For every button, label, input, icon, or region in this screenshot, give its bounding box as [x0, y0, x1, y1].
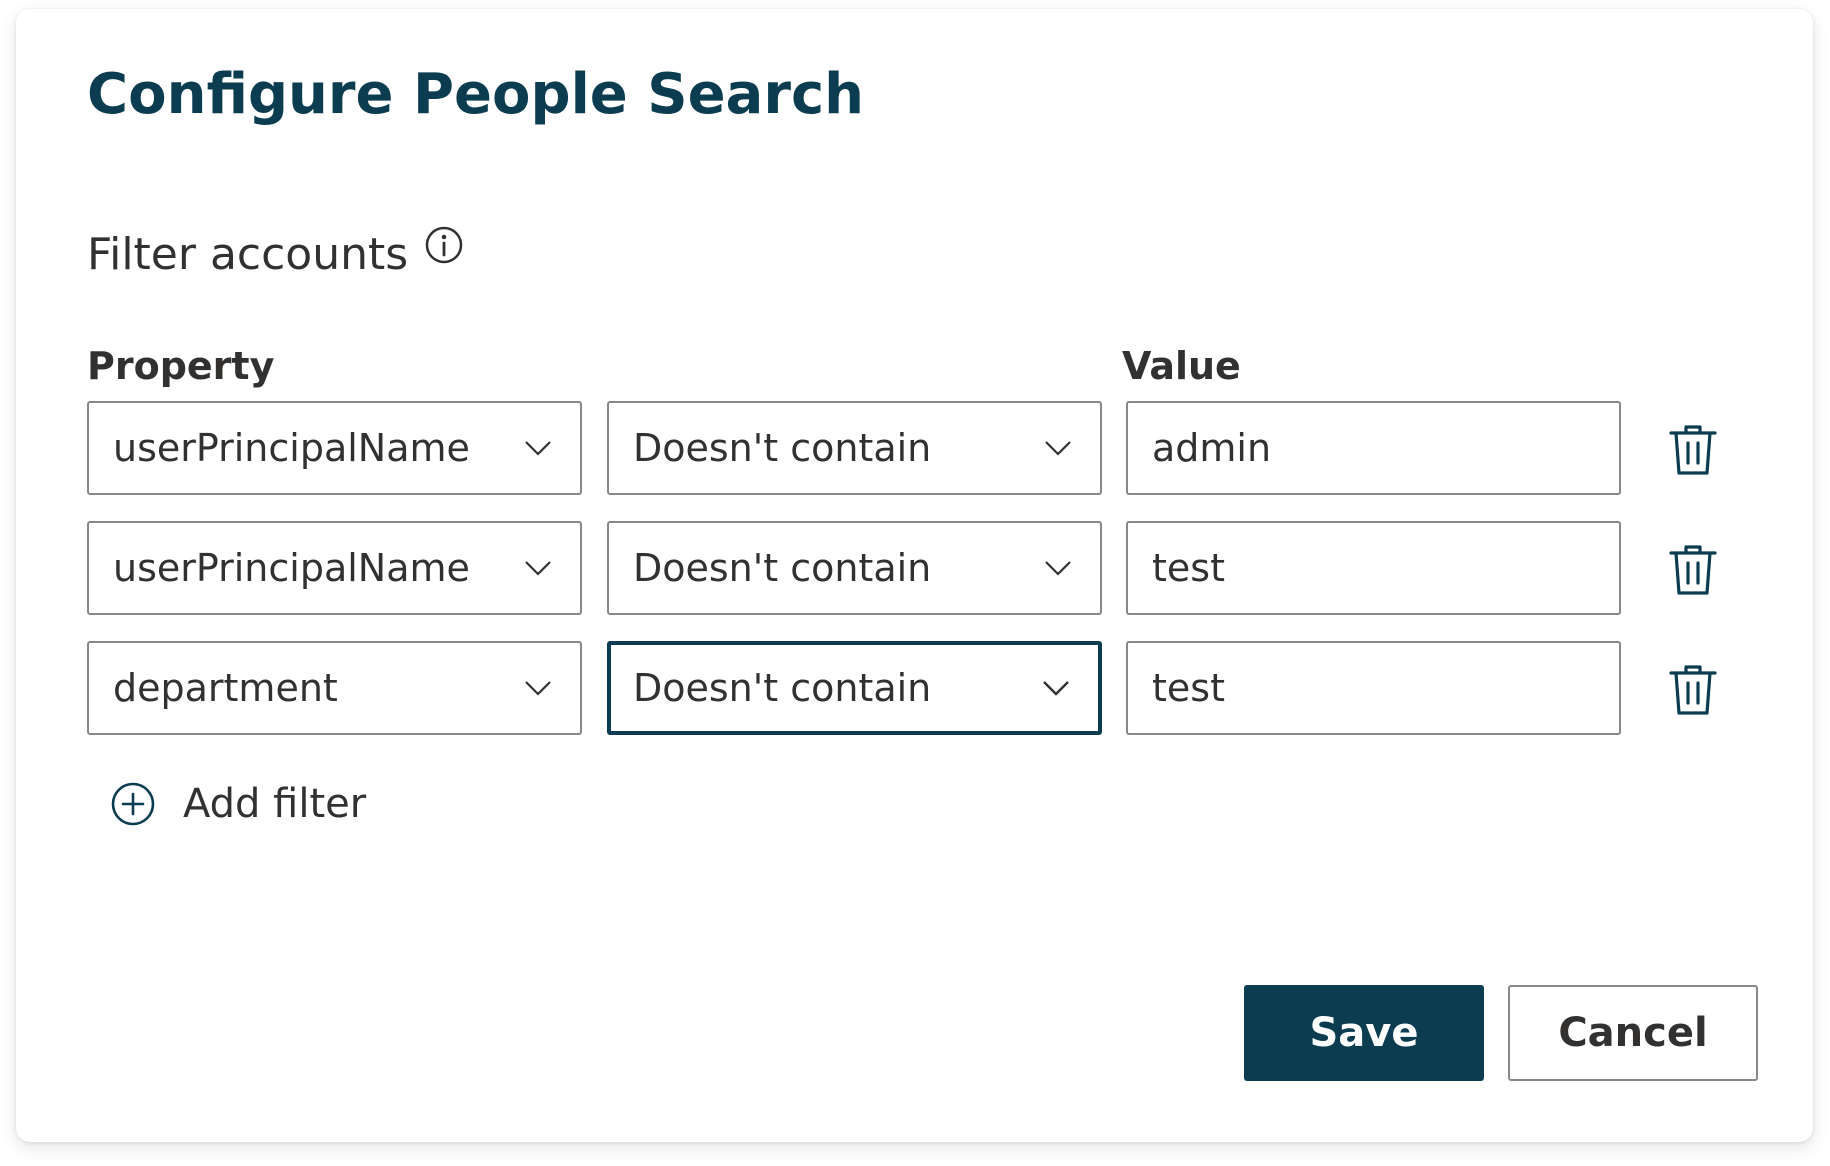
chevron-down-icon — [525, 561, 551, 576]
value-column-header: Value — [1122, 344, 1241, 388]
property-dropdown[interactable]: department — [87, 641, 582, 735]
info-icon[interactable] — [424, 225, 464, 265]
configure-people-search-dialog: Configure People Search Filter accounts … — [16, 9, 1813, 1142]
property-dropdown[interactable]: userPrincipalName — [87, 401, 582, 495]
chevron-down-icon — [1045, 441, 1071, 456]
operator-dropdown[interactable]: Doesn't contain — [607, 401, 1102, 495]
operator-dropdown-value: Doesn't contain — [633, 546, 932, 590]
trash-icon[interactable] — [1667, 542, 1719, 598]
filter-accounts-header: Filter accounts — [87, 226, 464, 280]
chevron-down-icon — [1045, 561, 1071, 576]
operator-dropdown-focused[interactable]: Doesn't contain — [607, 641, 1102, 735]
property-dropdown-value: userPrincipalName — [113, 546, 470, 590]
chevron-down-icon — [525, 681, 551, 696]
trash-icon[interactable] — [1667, 662, 1719, 718]
property-dropdown-value: department — [113, 666, 338, 710]
section-label: Filter accounts — [87, 229, 409, 280]
property-column-header: Property — [87, 344, 275, 388]
operator-dropdown-value: Doesn't contain — [633, 426, 932, 470]
plus-circle-icon — [111, 782, 155, 826]
trash-icon[interactable] — [1667, 422, 1719, 478]
property-dropdown-value: userPrincipalName — [113, 426, 470, 470]
chevron-down-icon — [525, 441, 551, 456]
chevron-down-icon — [1043, 681, 1069, 696]
operator-dropdown-value: Doesn't contain — [633, 666, 932, 710]
property-dropdown[interactable]: userPrincipalName — [87, 521, 582, 615]
operator-dropdown[interactable]: Doesn't contain — [607, 521, 1102, 615]
cancel-button[interactable]: Cancel — [1508, 985, 1758, 1081]
value-input[interactable] — [1126, 641, 1621, 735]
value-input[interactable] — [1126, 521, 1621, 615]
value-input[interactable] — [1126, 401, 1621, 495]
add-filter-button[interactable]: Add filter — [110, 781, 366, 827]
add-filter-label: Add filter — [183, 781, 367, 827]
save-button[interactable]: Save — [1244, 985, 1484, 1081]
dialog-title: Configure People Search — [87, 62, 865, 127]
